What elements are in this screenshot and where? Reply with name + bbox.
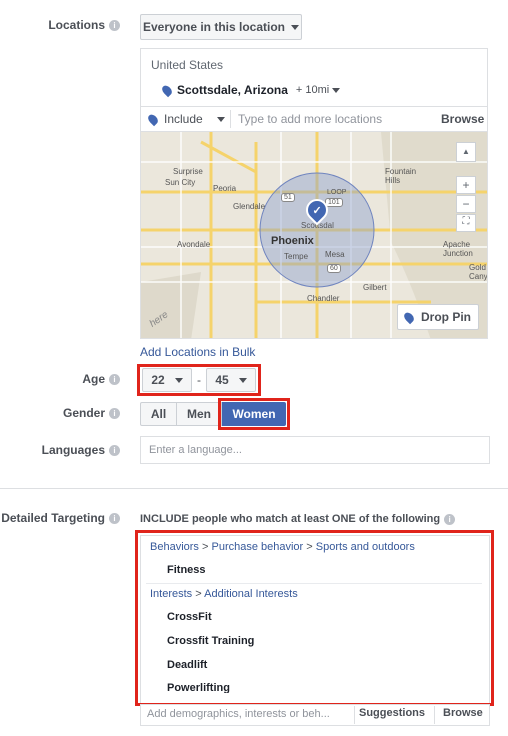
locations-label: Locations i bbox=[48, 18, 120, 32]
pin-icon bbox=[402, 310, 416, 324]
info-icon[interactable]: i bbox=[109, 373, 120, 385]
map-label-phoenix: Phoenix bbox=[271, 235, 314, 247]
gender-label: Gender i bbox=[63, 406, 120, 420]
location-map[interactable]: Surprise Sun City Peoria Glendale Scotts… bbox=[140, 131, 488, 339]
checkmark-icon: ✓ bbox=[312, 204, 322, 217]
info-icon[interactable]: i bbox=[109, 19, 120, 31]
map-label-gilbert: Gilbert bbox=[363, 283, 387, 292]
gender-all-button[interactable]: All bbox=[140, 402, 177, 426]
map-label-loop: LOOP bbox=[327, 189, 347, 196]
drop-pin-button[interactable]: Drop Pin bbox=[397, 304, 479, 330]
chevron-down-icon bbox=[216, 116, 225, 122]
map-label-avondale: Avondale bbox=[177, 240, 211, 249]
age-label: Age i bbox=[82, 372, 120, 386]
info-icon[interactable]: i bbox=[444, 513, 456, 525]
route-60-shield: 60 bbox=[327, 264, 341, 273]
map-label-glendale: Glendale bbox=[233, 202, 266, 211]
map-label-apache-junction: Apache Junction bbox=[443, 240, 473, 258]
divider bbox=[354, 706, 355, 724]
map-label-peoria: Peoria bbox=[213, 184, 237, 193]
detailed-targeting-highlight bbox=[135, 530, 494, 706]
divider bbox=[434, 706, 435, 724]
map-label-mesa: Mesa bbox=[325, 250, 345, 259]
map-label-fountain-hills: Fountain Hills bbox=[385, 167, 417, 185]
info-icon[interactable]: i bbox=[109, 407, 120, 419]
location-pin-icon bbox=[160, 83, 174, 97]
location-audience-dropdown[interactable]: Everyone in this location bbox=[140, 14, 302, 40]
targeting-search-input[interactable]: Add demographics, interests or beh... bbox=[147, 708, 330, 720]
gender-highlight bbox=[218, 398, 290, 430]
browse-locations-button[interactable]: Browse bbox=[441, 112, 484, 126]
divider bbox=[230, 110, 231, 128]
map-label-gold-canyon: Gold Canyo bbox=[469, 263, 488, 281]
language-input[interactable]: Enter a language... bbox=[140, 436, 490, 464]
fullscreen-button[interactable]: ⛶ bbox=[456, 214, 476, 232]
map-label-surprise: Surprise bbox=[173, 167, 203, 176]
location-pin-icon bbox=[146, 112, 160, 126]
browse-targeting-button[interactable]: Browse bbox=[443, 707, 483, 719]
chevron-down-icon bbox=[332, 87, 341, 93]
map-up-button[interactable]: ▲ bbox=[456, 142, 476, 162]
selected-location[interactable]: Scottsdale, Arizona + 10mi bbox=[160, 83, 341, 97]
add-locations-bulk-link[interactable]: Add Locations in Bulk bbox=[140, 345, 255, 359]
zoom-out-button[interactable]: − bbox=[456, 195, 476, 213]
age-highlight bbox=[137, 364, 261, 396]
include-dropdown[interactable]: Include bbox=[146, 112, 225, 126]
info-icon[interactable]: i bbox=[109, 512, 120, 524]
country-label: United States bbox=[151, 58, 224, 72]
location-search-input[interactable]: Type to add more locations bbox=[238, 112, 382, 126]
detailed-targeting-label: Detailed Targeting i bbox=[1, 511, 120, 525]
map-label-tempe: Tempe bbox=[284, 252, 309, 261]
detailed-targeting-header: INCLUDE people who match at least ONE of… bbox=[140, 513, 456, 525]
info-icon[interactable]: i bbox=[109, 444, 120, 456]
gender-men-button[interactable]: Men bbox=[176, 402, 222, 426]
radius-selector[interactable]: + 10mi bbox=[296, 84, 329, 96]
route-51-shield: 51 bbox=[281, 193, 295, 202]
languages-label: Languages i bbox=[42, 443, 120, 457]
map-label-sun-city: Sun City bbox=[165, 178, 196, 187]
zoom-in-button[interactable]: + bbox=[456, 176, 476, 194]
suggestions-button[interactable]: Suggestions bbox=[359, 707, 425, 719]
section-divider bbox=[0, 488, 508, 489]
map-label-chandler: Chandler bbox=[307, 294, 340, 303]
chevron-down-icon bbox=[291, 24, 300, 30]
